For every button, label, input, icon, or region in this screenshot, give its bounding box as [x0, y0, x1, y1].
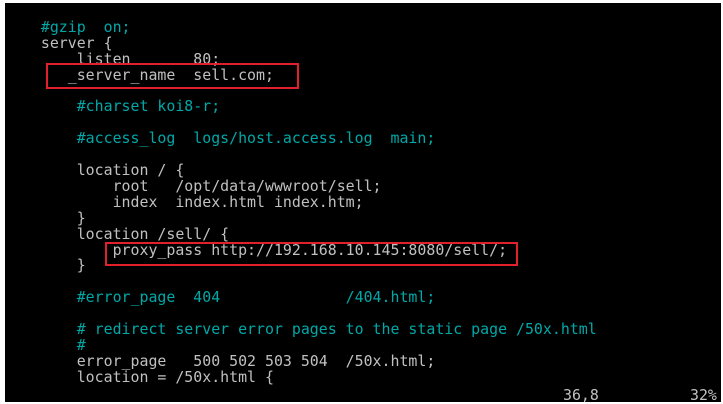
comment-line: # [5, 335, 86, 354]
comment-line: #gzip on; [5, 17, 131, 36]
code-line: location = /50x.html { [5, 367, 274, 386]
comment-line: #access_log logs/host.access.log main; [5, 129, 436, 148]
highlight-box-proxy-pass [105, 242, 518, 266]
code-line: } [5, 256, 86, 275]
code-line: error_page 500 502 503 504 /50x.html; [5, 351, 436, 370]
code-line: server { [5, 33, 113, 52]
status-cursor-position: 36,8 [563, 386, 599, 404]
code-line: location / { [5, 161, 185, 179]
comment-line: #error_page 404 /404.html; [5, 288, 436, 307]
status-scroll-percent: 32% [690, 386, 717, 404]
comment-line: # redirect server error pages to the sta… [5, 320, 597, 338]
code-line: location /sell/ { [5, 224, 230, 243]
comment-line: #charset koi8-r; [5, 97, 221, 116]
code-line: } [5, 208, 86, 227]
highlight-box-server-name [46, 63, 299, 89]
code-line: root /opt/data/wwwroot/sell; [5, 176, 382, 195]
code-line: index index.html index.htm; [5, 192, 364, 211]
terminal-vim-editor[interactable]: #gzip on; server { listen 80; _server_na… [5, 3, 721, 404]
